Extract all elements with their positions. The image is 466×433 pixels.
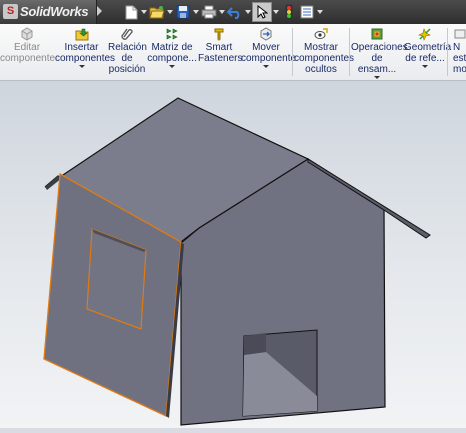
mover-componente-label: Mover componente: [241, 42, 297, 64]
reference-geometry-icon: [418, 28, 431, 41]
operaciones-ensamblaje-dropdown-icon[interactable]: [374, 76, 380, 79]
component-pattern-icon: [166, 28, 178, 40]
matriz-componentes-label: Matriz de compone...: [147, 42, 197, 64]
toolbar-separator: [292, 28, 293, 76]
traffic-light-icon[interactable]: [280, 3, 298, 21]
open-dropdown[interactable]: [166, 3, 174, 21]
insertar-componentes-dropdown-icon[interactable]: [78, 65, 85, 68]
editar-componente-button[interactable]: Editar componente: [0, 24, 56, 80]
undo-dropdown[interactable]: [244, 3, 252, 21]
relacion-posicion-button[interactable]: Relación de posición: [108, 24, 147, 80]
toolbar-separator: [447, 28, 448, 76]
app-title: SolidWorks: [20, 4, 89, 19]
insertar-componentes-label: Insertar componentes: [55, 42, 116, 64]
smart-fasteners-icon: [214, 28, 224, 41]
mostrar-componentes-ocultos-label: Mostrar componentes ocultos: [294, 42, 355, 75]
matriz-componentes-button[interactable]: Matriz de compone...: [147, 24, 197, 80]
graphics-viewport[interactable]: [0, 81, 466, 428]
geometria-referencia-dropdown-icon[interactable]: [422, 65, 428, 68]
print-icon[interactable]: [200, 3, 218, 21]
operaciones-ensamblaje-label: Operaciones de ensam...: [351, 42, 408, 75]
open-folder-icon[interactable]: [148, 3, 166, 21]
solidworks-logo[interactable]: S SolidWorks: [0, 0, 97, 24]
matriz-componentes-dropdown-icon[interactable]: [169, 65, 175, 68]
new-document-icon[interactable]: [122, 3, 140, 21]
show-hidden-components-icon: [314, 28, 328, 39]
mate-paperclip-icon: [121, 28, 133, 40]
menu-expand-arrow-icon[interactable]: [97, 6, 102, 16]
motion-study-icon: [454, 29, 466, 39]
relacion-posicion-label: Relación de posición: [108, 42, 147, 75]
undo-icon[interactable]: [226, 3, 244, 21]
select-dropdown[interactable]: [272, 3, 280, 21]
quick-access-toolbar: [122, 2, 324, 22]
save-icon[interactable]: [174, 3, 192, 21]
move-component-icon: [260, 27, 272, 41]
nuevo-estudio-movimiento-button[interactable]: N est mo: [449, 24, 466, 80]
options-dropdown[interactable]: [316, 3, 324, 21]
insert-components-icon: [75, 28, 88, 41]
title-bar: S SolidWorks: [0, 0, 466, 24]
smart-fasteners-label: Smart Fasteners: [198, 42, 243, 64]
door-inner-wall: [244, 333, 266, 355]
house-assembly-model[interactable]: [0, 81, 466, 428]
options-list-icon[interactable]: [298, 3, 316, 21]
mover-componente-dropdown-icon[interactable]: [263, 65, 269, 68]
smart-fasteners-button[interactable]: Smart Fasteners: [198, 24, 243, 80]
print-dropdown[interactable]: [218, 3, 226, 21]
mostrar-componentes-ocultos-button[interactable]: Mostrar componentes ocultos: [294, 24, 355, 80]
nuevo-estudio-label: N est mo: [453, 42, 466, 75]
geometria-referencia-label: Geometría de refe...: [404, 42, 452, 64]
solidworks-logo-icon: S: [3, 4, 18, 19]
toolbar-separator: [349, 28, 350, 76]
save-dropdown[interactable]: [192, 3, 200, 21]
new-document-dropdown[interactable]: [140, 3, 148, 21]
insertar-componentes-button[interactable]: Insertar componentes: [55, 24, 116, 80]
assembly-features-icon: [371, 28, 383, 40]
geometria-referencia-button[interactable]: Geometría de refe...: [404, 24, 452, 80]
editar-componente-label: Editar componente: [0, 42, 56, 64]
operaciones-ensamblaje-button[interactable]: Operaciones de ensam...: [351, 24, 408, 80]
select-pointer-icon[interactable]: [252, 2, 272, 22]
command-manager-toolbar: Editar componente Insertar componentes R…: [0, 24, 466, 81]
mover-componente-button[interactable]: Mover componente: [241, 24, 297, 80]
edit-component-icon: [21, 27, 33, 41]
